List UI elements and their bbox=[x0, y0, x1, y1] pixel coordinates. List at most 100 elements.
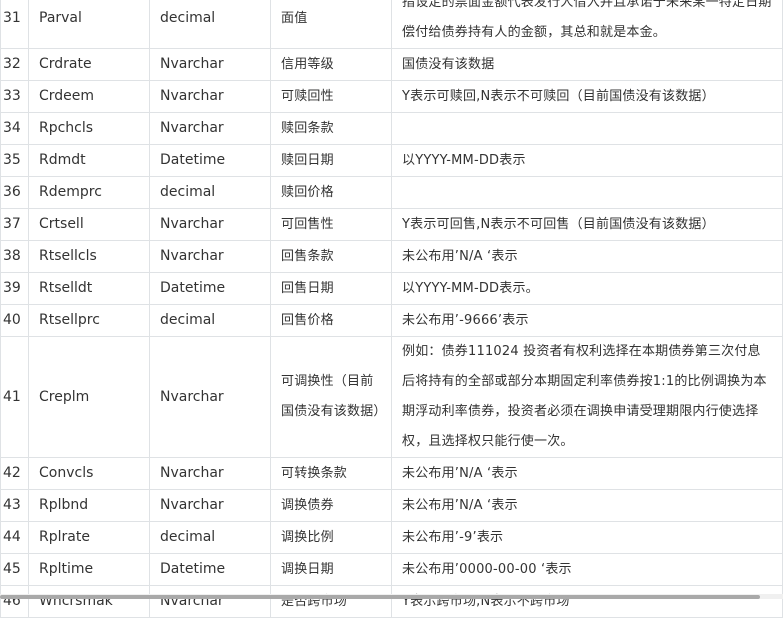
note-cell: 国债没有该数据 bbox=[391, 48, 783, 81]
data-type-cell: Nvarchar bbox=[149, 585, 271, 618]
description-cell: 调换比例 bbox=[270, 521, 392, 554]
row-number-cell: 35 bbox=[0, 144, 29, 177]
field-name-cell: Rpltime bbox=[28, 553, 150, 586]
table-row: 43 Rplbnd Nvarchar 调换债券 未公布用’N/A ‘表示 bbox=[0, 489, 783, 522]
table-row: 41 Creplm Nvarchar 可调换性（目前国债没有该数据） 例如：债券1110… bbox=[0, 336, 783, 458]
data-type-cell: Datetime bbox=[149, 272, 271, 305]
horizontal-scrollbar[interactable] bbox=[0, 594, 783, 599]
note-cell: 未公布用’N/A ‘表示 bbox=[391, 240, 783, 273]
table-row: 36 Rdemprc decimal 赎回价格 bbox=[0, 176, 783, 209]
field-name-cell: Rpchcls bbox=[28, 112, 150, 145]
table-row: 32 Crdrate Nvarchar 信用等级 国债没有该数据 bbox=[0, 48, 783, 81]
note-cell: 指设定的票面金额代表发行人借入并且承诺于未来某一特定日期偿付给债券持有人的金额，… bbox=[391, 0, 783, 49]
row-number-cell: 39 bbox=[0, 272, 29, 305]
description-cell: 回售日期 bbox=[270, 272, 392, 305]
description-cell: 可调换性（目前国债没有该数据） bbox=[270, 336, 392, 458]
scrollbar-thumb[interactable] bbox=[0, 595, 760, 599]
note-cell: Y表示可赎回,N表示不可赎回（目前国债没有该数据） bbox=[391, 80, 783, 113]
field-name-cell: Rplbnd bbox=[28, 489, 150, 522]
data-type-cell: Datetime bbox=[149, 553, 271, 586]
field-name-cell: Whcrsmak bbox=[28, 585, 150, 618]
table-row: 46 Whcrsmak Nvarchar 是否跨市场 Y表示跨市场,N表示不跨市场 bbox=[0, 585, 783, 618]
description-cell: 可回售性 bbox=[270, 208, 392, 241]
data-type-cell: decimal bbox=[149, 521, 271, 554]
data-type-cell: decimal bbox=[149, 0, 271, 49]
note-cell: 未公布用’-9666’表示 bbox=[391, 304, 783, 337]
row-number-cell: 46 bbox=[0, 585, 29, 618]
description-cell: 赎回条款 bbox=[270, 112, 392, 145]
table-row: 44 Rplrate decimal 调换比例 未公布用’-9’表示 bbox=[0, 521, 783, 554]
field-name-cell: Rtsellcls bbox=[28, 240, 150, 273]
field-name-cell: Crtsell bbox=[28, 208, 150, 241]
row-number-cell: 37 bbox=[0, 208, 29, 241]
field-definition-table: 31 Parval decimal 面值 指设定的票面金额代表发行人借入并且承诺于未来某… bbox=[0, 0, 783, 618]
field-name-cell: Crdeem bbox=[28, 80, 150, 113]
field-name-cell: Rtsellprc bbox=[28, 304, 150, 337]
row-number-cell: 34 bbox=[0, 112, 29, 145]
table-row: 34 Rpchcls Nvarchar 赎回条款 bbox=[0, 112, 783, 145]
field-name-cell: Crdrate bbox=[28, 48, 150, 81]
data-type-cell: Nvarchar bbox=[149, 457, 271, 490]
row-number-cell: 42 bbox=[0, 457, 29, 490]
row-number-cell: 32 bbox=[0, 48, 29, 81]
note-cell: 例如：债券111024 投资者有权利选择在本期债券第三次付息后将持有的全部或部分… bbox=[391, 336, 783, 458]
table-row: 40 Rtsellprc decimal 回售价格 未公布用’-9666’表示 bbox=[0, 304, 783, 337]
row-number-cell: 43 bbox=[0, 489, 29, 522]
description-cell: 赎回日期 bbox=[270, 144, 392, 177]
description-cell: 面值 bbox=[270, 0, 392, 49]
table-row: 33 Crdeem Nvarchar 可赎回性 Y表示可赎回,N表示不可赎回（目前国债没… bbox=[0, 80, 783, 113]
field-name-cell: Creplm bbox=[28, 336, 150, 458]
field-name-cell: Rtselldt bbox=[28, 272, 150, 305]
note-cell: Y表示跨市场,N表示不跨市场 bbox=[391, 585, 783, 618]
note-cell: Y表示可回售,N表示不可回售（目前国债没有该数据） bbox=[391, 208, 783, 241]
row-number-cell: 44 bbox=[0, 521, 29, 554]
note-cell: 未公布用’-9’表示 bbox=[391, 521, 783, 554]
description-cell: 是否跨市场 bbox=[270, 585, 392, 618]
row-number-cell: 31 bbox=[0, 0, 29, 49]
data-type-cell: Nvarchar bbox=[149, 112, 271, 145]
data-type-cell: Nvarchar bbox=[149, 48, 271, 81]
note-cell: 未公布用’N/A ‘表示 bbox=[391, 457, 783, 490]
data-type-cell: Datetime bbox=[149, 144, 271, 177]
description-cell: 回售价格 bbox=[270, 304, 392, 337]
field-name-cell: Rdemprc bbox=[28, 176, 150, 209]
note-cell: 以YYYY-MM-DD表示 bbox=[391, 144, 783, 177]
field-name-cell: Rplrate bbox=[28, 521, 150, 554]
description-cell: 调换债券 bbox=[270, 489, 392, 522]
data-type-cell: Nvarchar bbox=[149, 80, 271, 113]
table-container: 31 Parval decimal 面值 指设定的票面金额代表发行人借入并且承诺于未来某… bbox=[0, 0, 783, 618]
row-number-cell: 40 bbox=[0, 304, 29, 337]
table-row: 37 Crtsell Nvarchar 可回售性 Y表示可回售,N表示不可回售（目前国债… bbox=[0, 208, 783, 241]
data-type-cell: decimal bbox=[149, 304, 271, 337]
data-type-cell: decimal bbox=[149, 176, 271, 209]
table-row: 35 Rdmdt Datetime 赎回日期 以YYYY-MM-DD表示 bbox=[0, 144, 783, 177]
description-cell: 回售条款 bbox=[270, 240, 392, 273]
data-type-cell: Nvarchar bbox=[149, 208, 271, 241]
description-cell: 赎回价格 bbox=[270, 176, 392, 209]
row-number-cell: 38 bbox=[0, 240, 29, 273]
row-number-cell: 33 bbox=[0, 80, 29, 113]
table-row: 31 Parval decimal 面值 指设定的票面金额代表发行人借入并且承诺于未来某… bbox=[0, 0, 783, 49]
table-row: 45 Rpltime Datetime 调换日期 未公布用’0000-00-00 ‘表示 bbox=[0, 553, 783, 586]
data-type-cell: Nvarchar bbox=[149, 336, 271, 458]
row-number-cell: 45 bbox=[0, 553, 29, 586]
note-cell bbox=[391, 176, 783, 209]
note-cell bbox=[391, 112, 783, 145]
data-type-cell: Nvarchar bbox=[149, 489, 271, 522]
note-cell: 以YYYY-MM-DD表示。 bbox=[391, 272, 783, 305]
description-cell: 调换日期 bbox=[270, 553, 392, 586]
field-name-cell: Rdmdt bbox=[28, 144, 150, 177]
note-cell: 未公布用’0000-00-00 ‘表示 bbox=[391, 553, 783, 586]
row-number-cell: 41 bbox=[0, 336, 29, 458]
row-number-cell: 36 bbox=[0, 176, 29, 209]
table-row: 38 Rtsellcls Nvarchar 回售条款 未公布用’N/A ‘表示 bbox=[0, 240, 783, 273]
note-cell: 未公布用’N/A ‘表示 bbox=[391, 489, 783, 522]
table-body: 31 Parval decimal 面值 指设定的票面金额代表发行人借入并且承诺于未来某… bbox=[0, 0, 783, 618]
description-cell: 可转换条款 bbox=[270, 457, 392, 490]
table-row: 39 Rtselldt Datetime 回售日期 以YYYY-MM-DD表示。 bbox=[0, 272, 783, 305]
field-name-cell: Parval bbox=[28, 0, 150, 49]
description-cell: 信用等级 bbox=[270, 48, 392, 81]
data-type-cell: Nvarchar bbox=[149, 240, 271, 273]
description-cell: 可赎回性 bbox=[270, 80, 392, 113]
table-row: 42 Convcls Nvarchar 可转换条款 未公布用’N/A ‘表示 bbox=[0, 457, 783, 490]
